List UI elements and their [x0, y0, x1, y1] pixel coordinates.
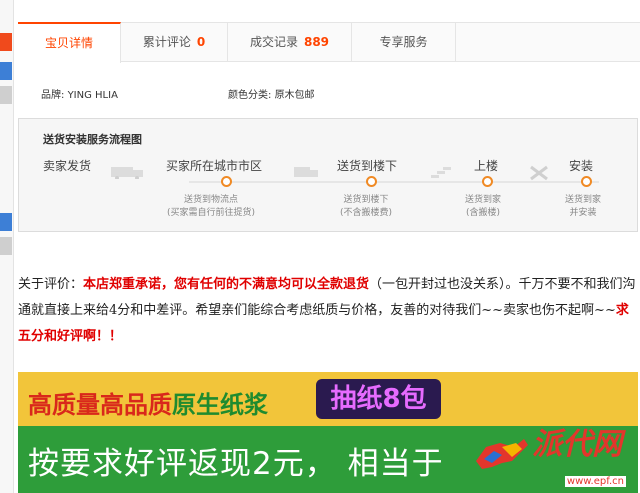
attribute-color: 颜色分类: 原木包邮: [228, 86, 315, 101]
flow-sub-4: 送货到家 并安装: [565, 194, 601, 220]
sidebar-marker[interactable]: [0, 62, 12, 80]
tab-count: 0: [196, 35, 206, 49]
flow-sub-1: 送货到物流点 (买家需自行前往提货): [167, 194, 255, 220]
attribute-brand: 品牌: YING HLIA: [41, 86, 118, 101]
sidebar-marker[interactable]: [0, 33, 12, 51]
flow-sub-text: 送货到家 (含搬楼): [465, 195, 502, 218]
flow-step-seller-ship: 卖家发货: [43, 159, 92, 173]
flow-step-buyer-city: 买家所在城市市区: [166, 159, 263, 173]
flow-dot: [221, 176, 232, 187]
tab-label: 成交记录: [249, 35, 298, 49]
review-notice: 关于评价：本店郑重承诺，您有任何的不满意均可以全款退货（一包开封过也没关系）。千…: [18, 272, 638, 350]
watermark-url: www.epf.cn: [564, 476, 626, 487]
banner-pill: 抽纸8包: [316, 379, 441, 419]
tab-item-details[interactable]: 宝贝详情: [18, 22, 121, 63]
watermark-brand: 派代网: [532, 427, 622, 462]
tab-bar: 宝贝详情 累计评论 0 成交记录 889 专享服务: [18, 22, 640, 63]
flow-title: 送货安装服务流程图: [43, 133, 142, 146]
flow-dot: [366, 176, 377, 187]
attr-label: 品牌:: [41, 90, 65, 101]
flow-track: [189, 181, 599, 183]
banner-cashback: 按要求好评返现2元， 相当于: [28, 446, 444, 482]
attr-value: 原木包邮: [274, 90, 315, 101]
tab-reviews[interactable]: 累计评论 0: [121, 23, 228, 62]
left-sidebar-strip: [0, 0, 14, 493]
flow-dot: [581, 176, 592, 187]
flow-step-downstairs: 送货到楼下: [337, 159, 398, 173]
tab-count: 889: [303, 35, 330, 49]
flow-sub-2: 送货到楼下 (不含搬楼费): [340, 194, 392, 220]
sidebar-marker[interactable]: [0, 213, 12, 231]
banner-headline-red: 高质量高品质: [28, 391, 172, 419]
notice-promise: 本店郑重承诺，您有任何的不满意均可以全款退货: [83, 277, 370, 292]
tab-services[interactable]: 专享服务: [352, 23, 456, 62]
notice-prefix: 关于评价：: [18, 277, 84, 292]
flow-sub-3: 送货到家 (含搬楼): [465, 194, 501, 220]
tab-label: 累计评论: [142, 35, 191, 49]
truck-icon: [111, 165, 145, 183]
flow-step-install: 安装: [569, 159, 594, 173]
flow-sub-text: 送货到家 并安装: [565, 195, 602, 218]
banner-top: 高质量高品质原生纸浆 抽纸8包: [18, 372, 638, 426]
sidebar-marker[interactable]: [0, 86, 12, 104]
flow-sub-text: 送货到物流点 (买家需自行前往提货): [167, 195, 256, 218]
flow-sub-text: 送货到楼下 (不含搬楼费): [340, 195, 393, 218]
watermark-logo: 派代网 www.epf.cn: [462, 419, 632, 489]
attr-value: YING HLIA: [67, 90, 118, 101]
flow-dot: [482, 176, 493, 187]
banner-headline: 高质量高品质原生纸浆: [28, 385, 268, 420]
tab-label: 宝贝详情: [44, 36, 93, 50]
tab-transactions[interactable]: 成交记录 889: [228, 23, 352, 62]
delivery-flow-panel: 送货安装服务流程图 卖家发货 买家所在城市市区 送货到楼下 上楼 安装 送货到物…: [18, 118, 638, 232]
flow-step-upstairs: 上楼: [474, 159, 499, 173]
attr-label: 颜色分类:: [228, 90, 272, 101]
sidebar-marker[interactable]: [0, 237, 12, 255]
horse-logo-icon: [476, 439, 528, 469]
promo-banner: 高质量高品质原生纸浆 抽纸8包 按要求好评返现2元， 相当于 派代网 www.e…: [18, 372, 638, 493]
banner-headline-green: 原生纸浆: [172, 391, 268, 419]
tab-label: 专享服务: [379, 35, 428, 49]
